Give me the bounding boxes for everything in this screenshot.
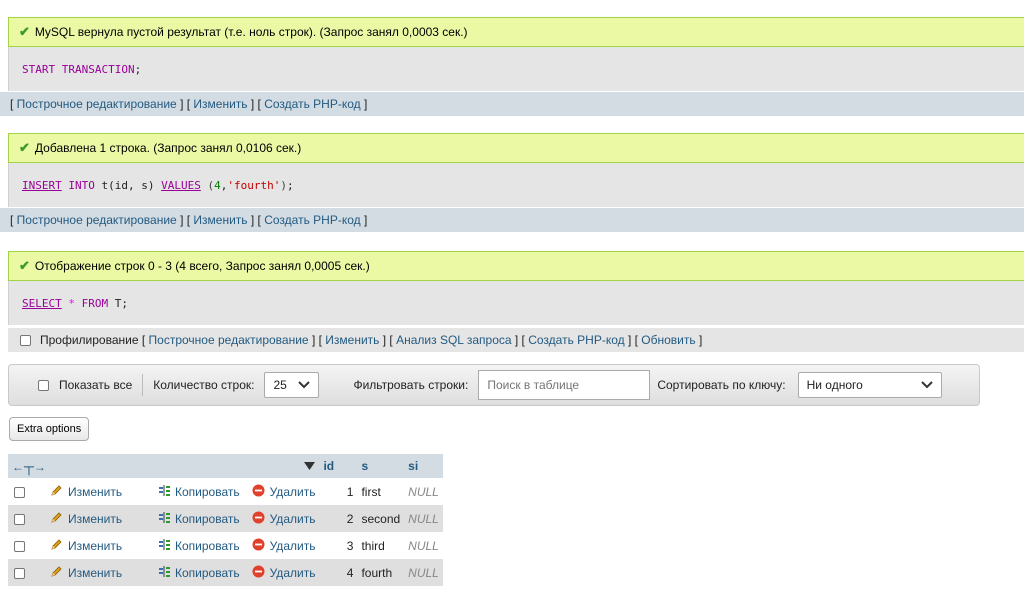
success-message-3: ✔ Отображение строк 0 - 3 (4 всего, Запр… bbox=[8, 251, 1024, 281]
create-php-link[interactable]: Создать PHP-код bbox=[264, 213, 360, 227]
inline-edit-link[interactable]: Построчное редактирование bbox=[17, 97, 177, 111]
cell-s[interactable]: fourth bbox=[357, 559, 405, 586]
checkmark-icon: ✔ bbox=[19, 140, 30, 155]
success-message-1: ✔ MySQL вернула пустой результат (т.е. н… bbox=[8, 17, 1024, 47]
divider bbox=[142, 374, 144, 396]
chevron-down-icon bbox=[920, 378, 933, 392]
row-edit-link[interactable]: Изменить bbox=[50, 484, 150, 500]
row-copy-link[interactable]: Копировать bbox=[158, 484, 240, 500]
delete-icon bbox=[252, 484, 265, 500]
cell-id[interactable]: 2 bbox=[319, 505, 358, 532]
cell-si[interactable]: NULL bbox=[404, 505, 443, 532]
show-all-label: Показать все bbox=[59, 378, 133, 392]
edit-link[interactable]: Изменить bbox=[193, 213, 247, 227]
column-header-s[interactable]: s bbox=[357, 454, 405, 478]
row-select-checkbox[interactable] bbox=[14, 513, 25, 525]
row-delete-link[interactable]: Удалить bbox=[252, 484, 315, 500]
copy-icon bbox=[158, 511, 171, 527]
success-message-2: ✔ Добавлена 1 строка. (Запрос занял 0,01… bbox=[8, 133, 1024, 163]
sort-key-label: Сортировать по ключу: bbox=[657, 378, 786, 392]
profiling-label: Профилирование bbox=[40, 333, 139, 347]
cell-s[interactable]: third bbox=[357, 532, 405, 559]
action-columns-header: ←┬→ bbox=[8, 454, 320, 478]
create-php-link[interactable]: Создать PHP-код bbox=[528, 333, 624, 347]
cell-s[interactable]: first bbox=[357, 478, 405, 505]
column-header-id[interactable]: id bbox=[319, 454, 358, 478]
inline-edit-link[interactable]: Построчное редактирование bbox=[17, 213, 177, 227]
cell-si[interactable]: NULL bbox=[404, 559, 443, 586]
pencil-icon bbox=[50, 484, 63, 500]
navigation-bar: Показать все Количество строк: 25 Фильтр… bbox=[8, 364, 980, 406]
table-row: Изменить Копировать Удалить 2 second NULL bbox=[8, 505, 443, 532]
columns-menu-icon[interactable] bbox=[304, 459, 316, 473]
delete-icon bbox=[252, 565, 265, 581]
copy-icon bbox=[158, 565, 171, 581]
query-links-bar-3: Профилирование [ Построчное редактирован… bbox=[8, 328, 1024, 352]
inline-edit-link[interactable]: Построчное редактирование bbox=[149, 333, 309, 347]
copy-icon bbox=[158, 538, 171, 554]
row-delete-link[interactable]: Удалить bbox=[252, 538, 315, 554]
row-edit-link[interactable]: Изменить bbox=[50, 565, 150, 581]
cell-si[interactable]: NULL bbox=[404, 478, 443, 505]
sql-query-1: START TRANSACTION; bbox=[8, 47, 1024, 91]
query-links-bar-2: [ Построчное редактирование ] [ Изменить… bbox=[0, 208, 1024, 232]
sql-query-2: INSERT INTO t(id, s) VALUES (4, 'fourth'… bbox=[8, 163, 1024, 207]
row-delete-link[interactable]: Удалить bbox=[252, 511, 315, 527]
row-count-select[interactable]: 25 bbox=[264, 372, 320, 398]
pencil-icon bbox=[50, 565, 63, 581]
row-copy-link[interactable]: Копировать bbox=[158, 538, 240, 554]
query-links-bar-1: [ Построчное редактирование ] [ Изменить… bbox=[0, 92, 1024, 116]
table-row: Изменить Копировать Удалить 4 fourth NULL bbox=[8, 559, 443, 586]
analyze-sql-link[interactable]: Анализ SQL запроса bbox=[396, 333, 511, 347]
extra-options-button[interactable]: Extra options bbox=[9, 417, 90, 441]
refresh-link[interactable]: Обновить bbox=[641, 333, 695, 347]
column-resize-arrows-icon[interactable]: ←┬→ bbox=[12, 458, 46, 474]
pencil-icon bbox=[50, 511, 63, 527]
pencil-icon bbox=[50, 538, 63, 554]
profiling-checkbox[interactable] bbox=[20, 334, 31, 346]
create-php-link[interactable]: Создать PHP-код bbox=[264, 97, 360, 111]
checkmark-icon: ✔ bbox=[19, 258, 30, 273]
row-select-checkbox[interactable] bbox=[14, 486, 25, 498]
query-result-block-3: ✔ Отображение строк 0 - 3 (4 всего, Запр… bbox=[8, 251, 1024, 325]
row-select-checkbox[interactable] bbox=[14, 567, 25, 579]
query-result-block-2: ✔ Добавлена 1 строка. (Запрос занял 0,01… bbox=[8, 133, 1024, 207]
row-edit-link[interactable]: Изменить bbox=[50, 538, 150, 554]
chevron-down-icon bbox=[298, 378, 311, 392]
filter-rows-input[interactable]: Поиск в таблице bbox=[478, 370, 651, 400]
sort-key-select[interactable]: Ни одного bbox=[797, 372, 942, 398]
row-copy-link[interactable]: Копировать bbox=[158, 565, 240, 581]
row-copy-link[interactable]: Копировать bbox=[158, 511, 240, 527]
edit-link[interactable]: Изменить bbox=[193, 97, 247, 111]
row-select-checkbox[interactable] bbox=[14, 540, 25, 552]
table-row: Изменить Копировать Удалить 3 third NULL bbox=[8, 532, 443, 559]
checkmark-icon: ✔ bbox=[19, 24, 30, 39]
query-result-block-1: ✔ MySQL вернула пустой результат (т.е. н… bbox=[8, 17, 1024, 91]
cell-s[interactable]: second bbox=[357, 505, 405, 532]
copy-icon bbox=[158, 484, 171, 500]
edit-link[interactable]: Изменить bbox=[325, 333, 379, 347]
row-edit-link[interactable]: Изменить bbox=[50, 511, 150, 527]
cell-id[interactable]: 4 bbox=[319, 559, 358, 586]
delete-icon bbox=[252, 511, 265, 527]
row-delete-link[interactable]: Удалить bbox=[252, 565, 315, 581]
show-all-checkbox[interactable] bbox=[38, 379, 49, 391]
cell-si[interactable]: NULL bbox=[404, 532, 443, 559]
row-count-label: Количество строк: bbox=[153, 378, 255, 392]
sql-query-3: SELECT * FROM T; bbox=[8, 281, 1024, 325]
cell-id[interactable]: 1 bbox=[319, 478, 358, 505]
table-row: Изменить Копировать Удалить 1 first NULL bbox=[8, 478, 443, 505]
delete-icon bbox=[252, 538, 265, 554]
column-header-si[interactable]: si bbox=[404, 454, 443, 478]
results-table: ←┬→ id s si Изменить Копировать Удалить 1 fi… bbox=[8, 454, 443, 586]
table-header-row: ←┬→ id s si bbox=[8, 454, 443, 478]
filter-rows-label: Фильтровать строки: bbox=[353, 378, 469, 392]
cell-id[interactable]: 3 bbox=[319, 532, 358, 559]
